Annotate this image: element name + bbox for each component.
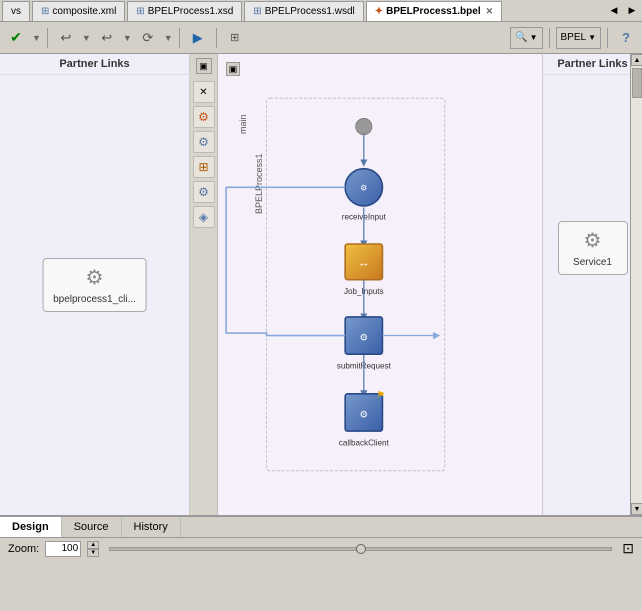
svg-text:↔: ↔ xyxy=(358,258,369,270)
tab-vs[interactable]: vs xyxy=(2,1,30,21)
svg-text:⚑: ⚑ xyxy=(376,390,385,401)
left-partner-links-panel: Partner Links ⚙ bpelprocess1_cli... xyxy=(0,54,190,515)
palette-item-3[interactable]: ⚙ xyxy=(193,131,215,153)
bottom-tabs: Design Source History xyxy=(0,515,642,537)
zoom-slider-track[interactable] xyxy=(109,547,612,551)
zoom-increment-button[interactable]: ▲ xyxy=(87,541,99,549)
save-button[interactable]: ✔ xyxy=(4,26,28,50)
run-button[interactable]: ▶ xyxy=(186,26,210,50)
svg-text:receiveInput: receiveInput xyxy=(342,213,387,222)
palette-item-1[interactable]: ✕ xyxy=(193,81,215,103)
redo-dropdown[interactable]: ▼ xyxy=(123,33,132,43)
palette-item-6[interactable]: ◈ xyxy=(193,206,215,228)
bottom-tab-design-label: Design xyxy=(12,521,49,533)
undo-button[interactable]: ↩ xyxy=(54,26,78,50)
palette-strip: ▣ ✕ ⚙ ⚙ ⊞ ⚙ ◈ xyxy=(190,54,218,515)
undo-dropdown[interactable]: ▼ xyxy=(82,33,91,43)
zoom-input[interactable] xyxy=(45,541,81,557)
process-label: BPELProcess1 xyxy=(254,74,264,214)
left-panel-title: Partner Links xyxy=(0,54,189,75)
main-label: main xyxy=(238,74,248,134)
tab-composite-icon: ⊞ xyxy=(41,6,49,17)
right-partner-label: Service1 xyxy=(573,257,612,268)
svg-text:⚙: ⚙ xyxy=(359,409,368,420)
tab-bpelxsd[interactable]: ⊞ BPELProcess1.xsd xyxy=(127,1,242,21)
search-dropdown-arrow: ▼ xyxy=(530,33,538,42)
bottom-tab-source-label: Source xyxy=(74,521,109,533)
tab-bpelwsdl-icon: ⊞ xyxy=(253,6,261,17)
tab-nav-controls: ◀ ▶ xyxy=(606,2,640,20)
tab-scroll-left[interactable]: ◀ xyxy=(606,2,622,20)
tab-composite-label: composite.xml xyxy=(52,6,116,17)
tab-bpelxsd-label: BPELProcess1.xsd xyxy=(148,6,234,17)
zoom-slider-thumb[interactable] xyxy=(356,544,366,554)
bpel-dropdown[interactable]: BPEL ▼ xyxy=(556,27,602,49)
bottom-tab-history-label: History xyxy=(134,521,168,533)
search-dropdown[interactable]: 🔍 ▼ xyxy=(510,27,542,49)
right-partner-gear-icon: ⚙ xyxy=(584,228,602,253)
svg-text:⚙: ⚙ xyxy=(360,184,367,193)
left-partner-link-box[interactable]: ⚙ bpelprocess1_cli... xyxy=(42,258,147,312)
vertical-scrollbar[interactable]: ▲ ▼ xyxy=(630,54,642,515)
help-button[interactable]: ? xyxy=(614,26,638,50)
svg-text:callbackClient: callbackClient xyxy=(339,439,390,448)
search-icon: 🔍 xyxy=(515,32,527,43)
extra-button[interactable]: ⊞ xyxy=(223,26,247,50)
toolbar: ✔ ▼ ↩ ▼ ↩ ▼ ⟳ ▼ ▶ ⊞ 🔍 ▼ BPEL ▼ ? xyxy=(0,22,642,54)
svg-text:submitRequest: submitRequest xyxy=(337,362,392,371)
bottom-tab-history[interactable]: History xyxy=(122,517,181,537)
palette-collapse-button[interactable]: ▣ xyxy=(196,58,212,74)
zoom-slider-container xyxy=(109,547,612,551)
canvas-svg: ⚙ receiveInput ↔ Job_Inputs ⚙ submitRequ… xyxy=(218,54,542,515)
scroll-track[interactable] xyxy=(631,66,642,503)
toolbar-separator-2 xyxy=(179,28,180,48)
bottom-tab-design[interactable]: Design xyxy=(0,517,62,537)
center-canvas: ▣ main BPELProcess1 ⚙ receiveInput ↔ Job… xyxy=(218,54,542,515)
toolbar-separator-3 xyxy=(216,28,217,48)
tab-composite[interactable]: ⊞ composite.xml xyxy=(32,1,125,21)
main-area: Partner Links ⚙ bpelprocess1_cli... ▣ ✕ … xyxy=(0,54,642,515)
right-panel-title: Partner Links xyxy=(543,54,642,75)
zoom-bar: Zoom: ▲ ▼ ⊡ xyxy=(0,537,642,559)
tab-bpelxsd-icon: ⊞ xyxy=(136,6,144,17)
left-partner-gear-icon: ⚙ xyxy=(86,265,104,290)
palette-item-4[interactable]: ⊞ xyxy=(193,156,215,178)
zoom-stepper: ▲ ▼ xyxy=(87,541,99,557)
tabs-row: vs ⊞ composite.xml ⊞ BPELProcess1.xsd ⊞ … xyxy=(0,0,642,22)
palette-item-5[interactable]: ⚙ xyxy=(193,181,215,203)
toolbar-separator-4 xyxy=(549,28,550,48)
zoom-decrement-button[interactable]: ▼ xyxy=(87,549,99,557)
scroll-thumb[interactable] xyxy=(632,68,642,98)
tab-bpelbpel-label: BPELProcess1.bpel xyxy=(386,6,480,17)
bpel-dropdown-label: BPEL xyxy=(561,32,587,43)
redo-button[interactable]: ↩ xyxy=(95,26,119,50)
scroll-up-button[interactable]: ▲ xyxy=(631,54,642,66)
tab-bpelwsdl-label: BPELProcess1.wsdl xyxy=(265,6,355,17)
right-partner-links-panel: Partner Links ⚙ Service1 xyxy=(542,54,642,515)
tab-close-button[interactable]: ✕ xyxy=(486,6,494,17)
refresh-dropdown[interactable]: ▼ xyxy=(164,33,173,43)
svg-text:⚙: ⚙ xyxy=(359,332,368,343)
toolbar-separator-1 xyxy=(47,28,48,48)
bpel-dropdown-arrow: ▼ xyxy=(588,33,596,42)
refresh-button[interactable]: ⟳ xyxy=(136,26,160,50)
toolbar-separator-5 xyxy=(607,28,608,48)
toolbar-right: 🔍 ▼ BPEL ▼ ? xyxy=(510,26,638,50)
scroll-down-button[interactable]: ▼ xyxy=(631,503,642,515)
zoom-fit-icon[interactable]: ⊡ xyxy=(622,540,634,557)
zoom-label: Zoom: xyxy=(8,543,39,555)
tab-bpelbpel-icon: ✦ xyxy=(375,6,383,17)
tab-vs-label: vs xyxy=(11,6,21,17)
right-partner-link-box[interactable]: ⚙ Service1 xyxy=(558,221,628,275)
svg-text:Job_Inputs: Job_Inputs xyxy=(344,287,384,296)
tab-scroll-right[interactable]: ▶ xyxy=(624,2,640,20)
left-partner-label: bpelprocess1_cli... xyxy=(53,294,136,305)
bottom-tab-source[interactable]: Source xyxy=(62,517,122,537)
save-dropdown[interactable]: ▼ xyxy=(32,33,41,43)
palette-item-2[interactable]: ⚙ xyxy=(193,106,215,128)
tab-bpelbpel[interactable]: ✦ BPELProcess1.bpel ✕ xyxy=(366,1,502,21)
tab-bpelwsdl[interactable]: ⊞ BPELProcess1.wsdl xyxy=(244,1,363,21)
